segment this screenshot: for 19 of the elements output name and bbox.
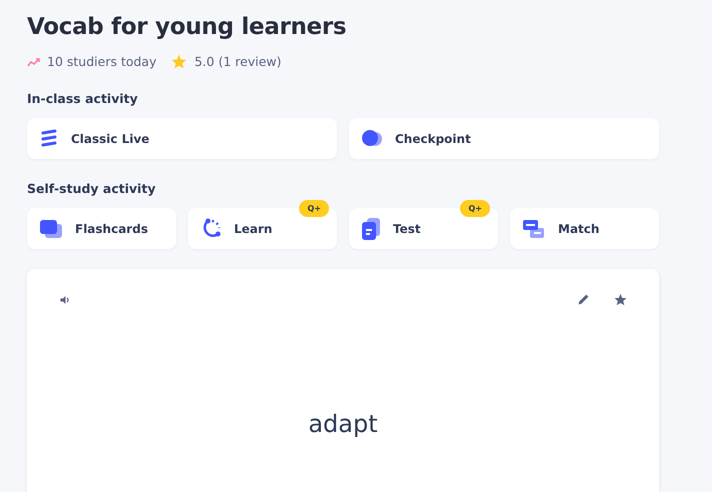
- activity-button[interactable]: Flashcards: [27, 208, 176, 249]
- stripes-icon: [39, 128, 59, 148]
- section-heading: In-class activity: [27, 91, 139, 106]
- activity-button[interactable]: Match: [510, 208, 659, 249]
- activity-button[interactable]: Classic Live: [27, 118, 337, 159]
- activity-button[interactable]: Checkpoint: [349, 118, 659, 159]
- document-icon: [361, 216, 381, 240]
- trend-icon: [27, 56, 40, 66]
- term-text: adapt: [308, 410, 378, 438]
- star-icon: [171, 54, 188, 69]
- set-title: Vocab for young learners: [27, 14, 348, 40]
- plus-badge: Q+: [299, 200, 329, 217]
- section-heading: Self-study activity: [27, 181, 157, 196]
- plus-badge: Q+: [460, 200, 490, 217]
- rating-text[interactable]: 5.0 (1 review): [194, 54, 282, 69]
- cards-icon: [39, 218, 63, 238]
- flashcard[interactable]: adapt: [27, 269, 659, 492]
- studiers-count: 10 studiers today: [47, 54, 156, 69]
- match-icon: [522, 218, 546, 240]
